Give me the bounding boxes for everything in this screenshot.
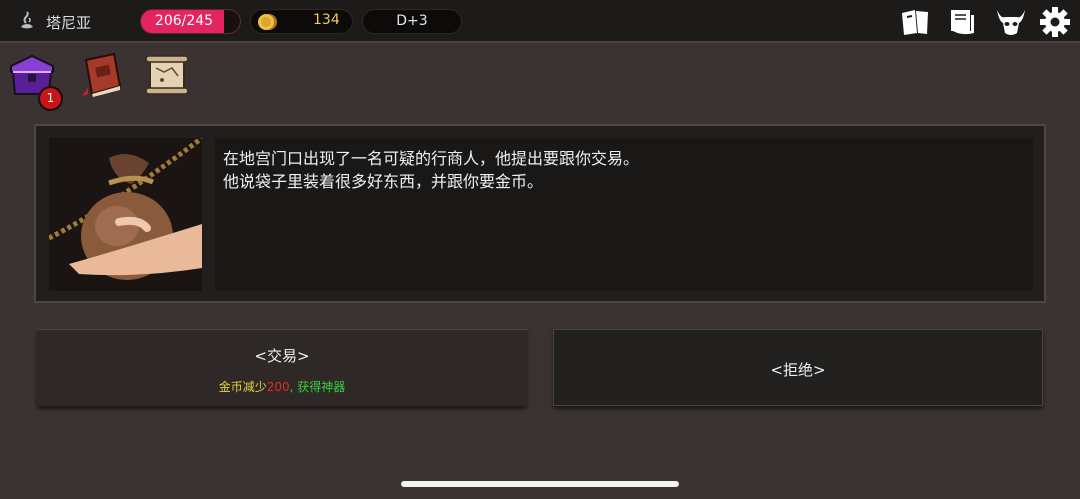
trade-label: <交易> [254, 347, 310, 365]
hp-bar: 206/245 [140, 9, 241, 34]
hp-text: 206/245 [154, 13, 214, 29]
event-panel: 在地宫门口出现了一名可疑的行商人，他提出要跟你交易。 他说袋子里装着很多好东西，… [34, 124, 1046, 303]
smoke-icon [21, 11, 33, 29]
home-indicator[interactable] [401, 481, 679, 487]
chest-count-badge: 1 [38, 86, 63, 111]
refuse-label: <拒绝> [770, 361, 826, 379]
trade-button[interactable]: <交易> 金币减少200, 获得神器 [37, 329, 527, 406]
money-bag-icon [49, 138, 202, 291]
event-description: 在地宫门口出现了一名可疑的行商人，他提出要跟你交易。 他说袋子里装着很多好东西，… [215, 138, 1033, 291]
red-spellbook-icon[interactable] [78, 50, 128, 100]
gold-value: 134 [313, 12, 340, 28]
event-line: 他说袋子里装着很多好东西，并跟你要金币。 [223, 172, 544, 191]
demon-mask-icon[interactable] [995, 7, 1027, 37]
map-scroll-icon[interactable] [142, 50, 192, 100]
trade-effect-amount: 200 [266, 380, 290, 394]
trade-effect-gold: 金币减少 [218, 380, 267, 394]
event-image [49, 138, 202, 291]
region-name: 塔尼亚 [46, 14, 92, 32]
top-bar: 塔尼亚 206/245 134 D+3 [0, 0, 1080, 43]
refuse-button[interactable]: <拒绝> [553, 329, 1043, 406]
scroll-book-icon[interactable] [946, 7, 978, 37]
cards-icon[interactable] [899, 7, 931, 37]
trade-effect-reward: 获得神器 [297, 380, 346, 394]
event-line: 在地宫门口出现了一名可疑的行商人，他提出要跟你交易。 [223, 149, 640, 168]
day-counter: D+3 [362, 9, 462, 34]
trade-effect: 金币减少200, 获得神器 [37, 378, 527, 395]
coin-icon [258, 14, 277, 30]
gear-icon[interactable] [1039, 7, 1071, 37]
